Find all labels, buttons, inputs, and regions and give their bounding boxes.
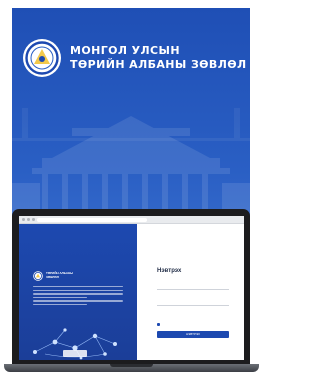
address-bar[interactable] [37, 218, 147, 222]
mini-title-line-2: ЗӨВЛӨЛ [46, 275, 59, 279]
browser-back-icon[interactable] [22, 218, 25, 221]
title-line-2: ТӨРИЙН АЛБАНЫ ЗӨВЛӨЛ [70, 58, 247, 71]
laptop-screen: ТӨРИЙН АЛБАНЫ ЗӨВЛӨЛ Нэвтрэх НЭВТРЭХ [19, 216, 244, 360]
browser-reload-icon[interactable] [32, 218, 35, 221]
mini-title: ТӨРИЙН АЛБАНЫ ЗӨВЛӨЛ [46, 271, 73, 279]
title-line-1: МОНГОЛ УЛСЫН [70, 44, 180, 57]
login-form-panel: Нэвтрэх НЭВТРЭХ [137, 224, 244, 360]
remember-me[interactable] [157, 323, 162, 326]
council-title: МОНГОЛ УЛСЫН ТӨРИЙН АЛБАНЫ ЗӨВЛӨЛ [70, 44, 247, 72]
intro-text-block [33, 286, 123, 307]
browser-toolbar [19, 216, 244, 224]
council-logo-icon [23, 39, 61, 77]
login-button[interactable]: НЭВТРЭХ [157, 331, 229, 338]
network-illustration [33, 328, 117, 360]
login-hero-panel: ТӨРИЙН АЛБАНЫ ЗӨВЛӨЛ [19, 224, 137, 360]
login-title: Нэвтрэх [157, 268, 182, 274]
mini-logo-icon [33, 271, 43, 281]
laptop-notch [110, 364, 153, 367]
username-field[interactable] [157, 282, 229, 290]
browser-forward-icon[interactable] [27, 218, 30, 221]
remember-checkbox[interactable] [157, 323, 160, 326]
password-field[interactable] [157, 298, 229, 306]
